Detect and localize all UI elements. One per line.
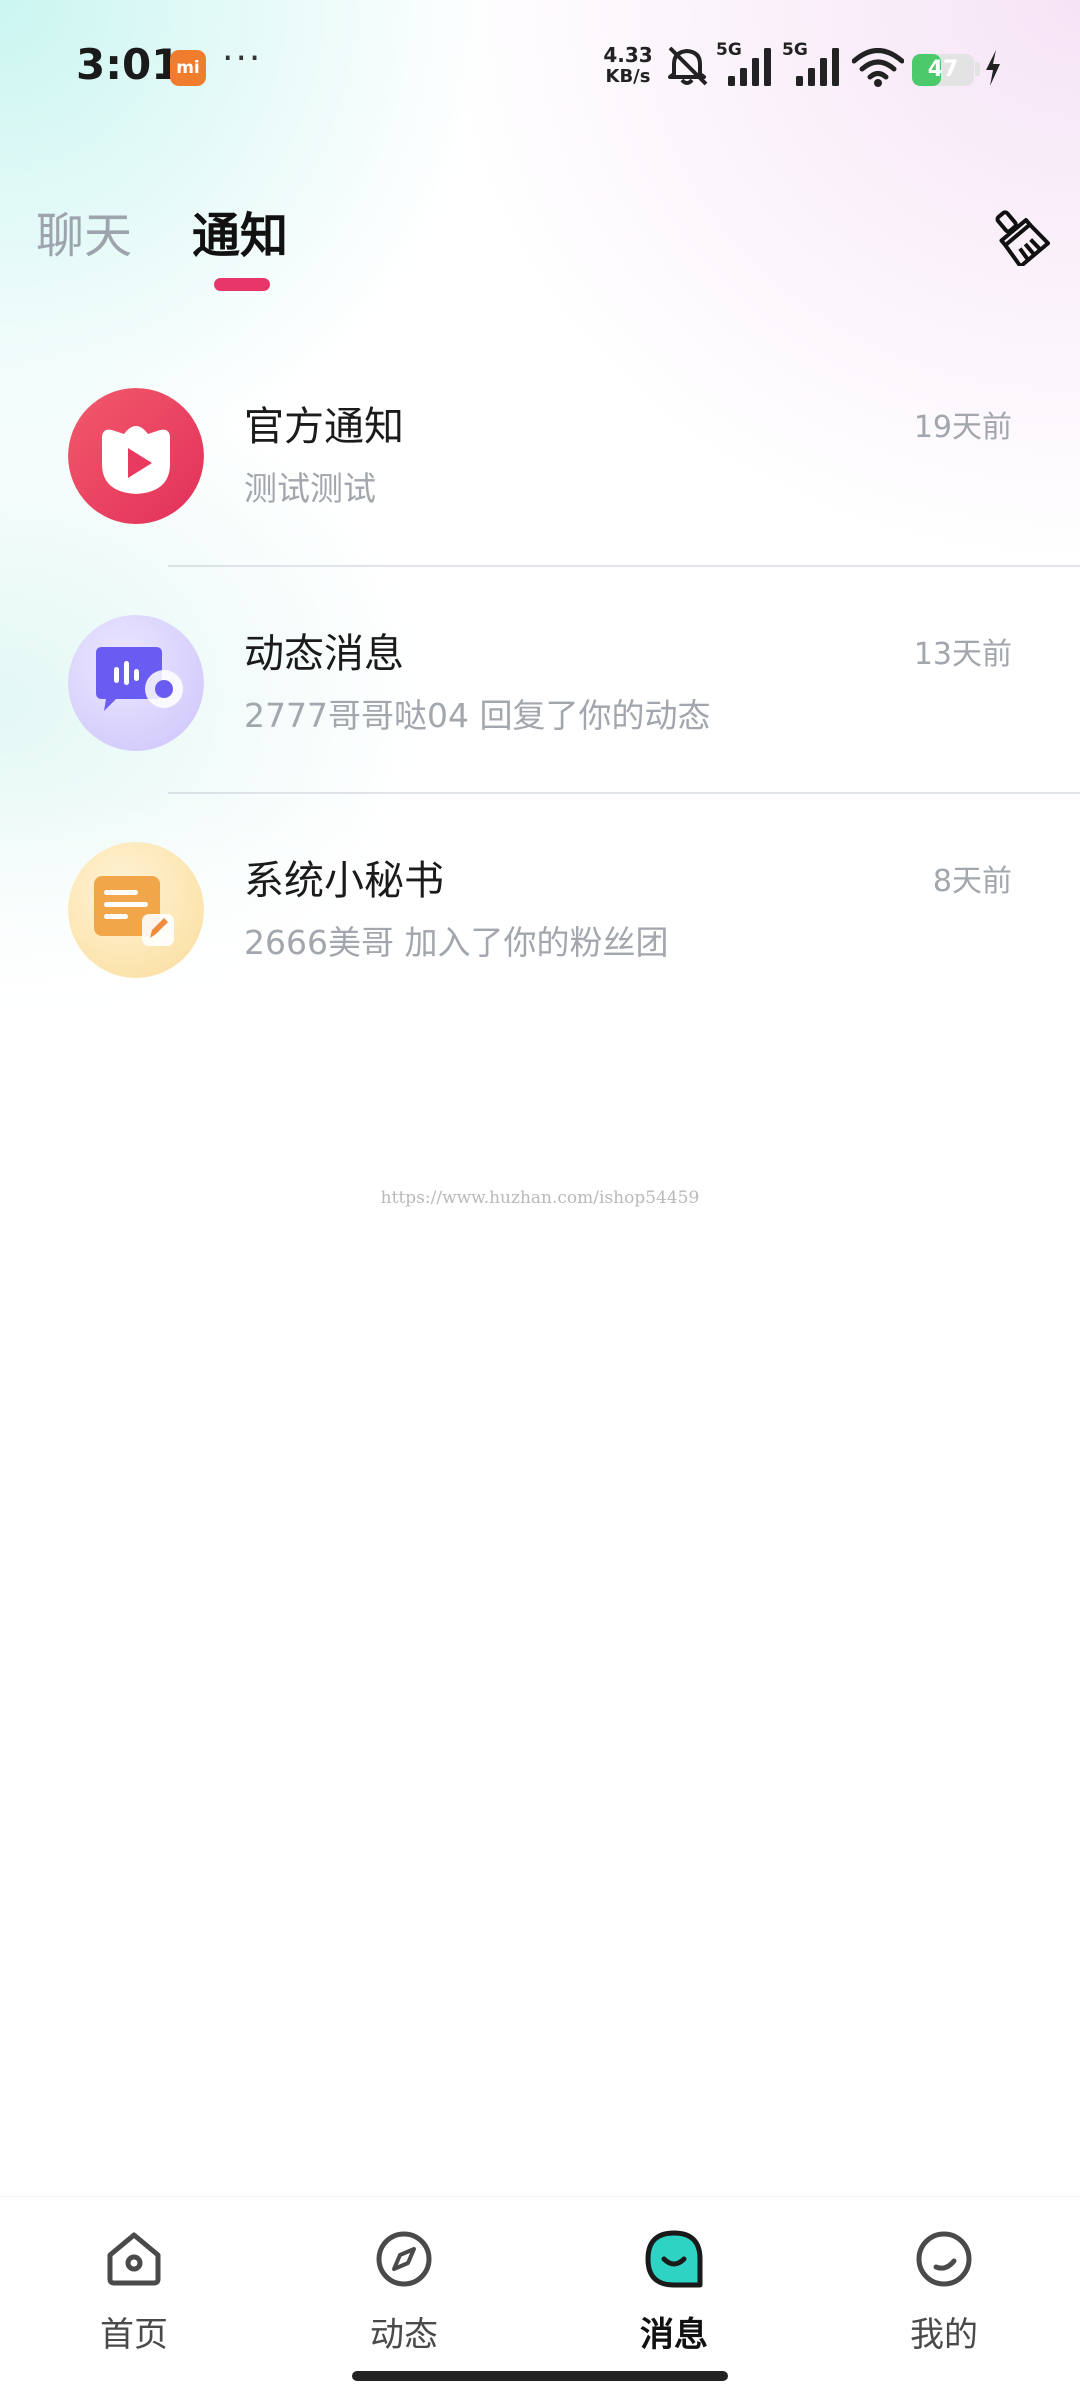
list-item-activity-message[interactable]: 动态消息 2777哥哥哒04 回复了你的动态 13天前 — [0, 567, 1080, 794]
activity-message-icon — [68, 615, 204, 751]
nav-label: 消息 — [640, 2315, 708, 2355]
item-title: 系统小秘书 — [244, 858, 444, 904]
item-subtitle: 2666美哥 加入了你的粉丝团 — [244, 923, 669, 962]
battery-indicator: 47 — [912, 54, 974, 86]
battery-tip — [975, 62, 980, 76]
message-icon — [645, 2230, 703, 2288]
item-title: 动态消息 — [244, 631, 404, 677]
nav-label: 首页 — [100, 2315, 168, 2355]
home-icon — [107, 2232, 161, 2286]
more-notifications-icon: ··· — [222, 38, 263, 79]
watermark: https://www.huzhan.com/ishop54459 — [380, 1188, 700, 1208]
nav-profile[interactable]: 我的 — [844, 2197, 1044, 2357]
network-speed-unit: KB/s — [605, 66, 651, 87]
home-indicator-bar[interactable] — [352, 2371, 728, 2381]
mute-bell-icon — [668, 46, 708, 86]
notification-list: 官方通知 测试测试 19天前 动态消息 2777哥哥哒04 回复了你的动态 13… — [0, 340, 1080, 1021]
system-assistant-icon — [68, 842, 204, 978]
mi-brand-icon: mi — [170, 50, 206, 86]
network-speed-value: 4.33 — [603, 43, 653, 67]
status-bar: 3:01 mi ··· 4.33 KB/s 5G 5G 47 — [0, 0, 1080, 140]
wifi-icon — [852, 48, 904, 87]
sim2-signal-icon — [796, 48, 839, 86]
bottom-nav: 首页 动态 消息 我的 — [0, 2196, 1080, 2400]
battery-percent: 47 — [927, 57, 959, 82]
broom-icon — [995, 210, 1051, 269]
nav-label: 动态 — [370, 2315, 438, 2355]
network-speed: 4.33 KB/s — [600, 44, 656, 88]
item-time: 19天前 — [913, 410, 1012, 445]
clear-all-button[interactable] — [988, 204, 1051, 269]
list-item-official-notice[interactable]: 官方通知 测试测试 19天前 — [0, 340, 1080, 567]
profile-icon — [916, 2231, 972, 2287]
sim1-signal-icon — [728, 48, 771, 86]
nav-messages[interactable]: 消息 — [574, 2197, 774, 2357]
active-tab-indicator — [214, 278, 270, 291]
item-subtitle: 测试测试 — [244, 469, 376, 508]
charging-icon — [986, 50, 1000, 86]
status-time: 3:01 — [76, 40, 181, 89]
nav-home[interactable]: 首页 — [34, 2197, 234, 2357]
tab-notify[interactable]: 通知 — [192, 196, 288, 266]
official-notice-icon — [68, 388, 204, 524]
tab-chat[interactable]: 聊天 — [36, 196, 132, 266]
list-item-system-assistant[interactable]: 系统小秘书 2666美哥 加入了你的粉丝团 8天前 — [0, 794, 1080, 1021]
compass-icon — [376, 2231, 432, 2287]
item-subtitle: 2777哥哥哒04 回复了你的动态 — [244, 696, 711, 735]
item-time: 8天前 — [932, 864, 1012, 899]
item-title: 官方通知 — [244, 404, 404, 450]
item-time: 13天前 — [913, 637, 1012, 672]
nav-label: 我的 — [910, 2315, 978, 2355]
nav-activity[interactable]: 动态 — [304, 2197, 504, 2357]
